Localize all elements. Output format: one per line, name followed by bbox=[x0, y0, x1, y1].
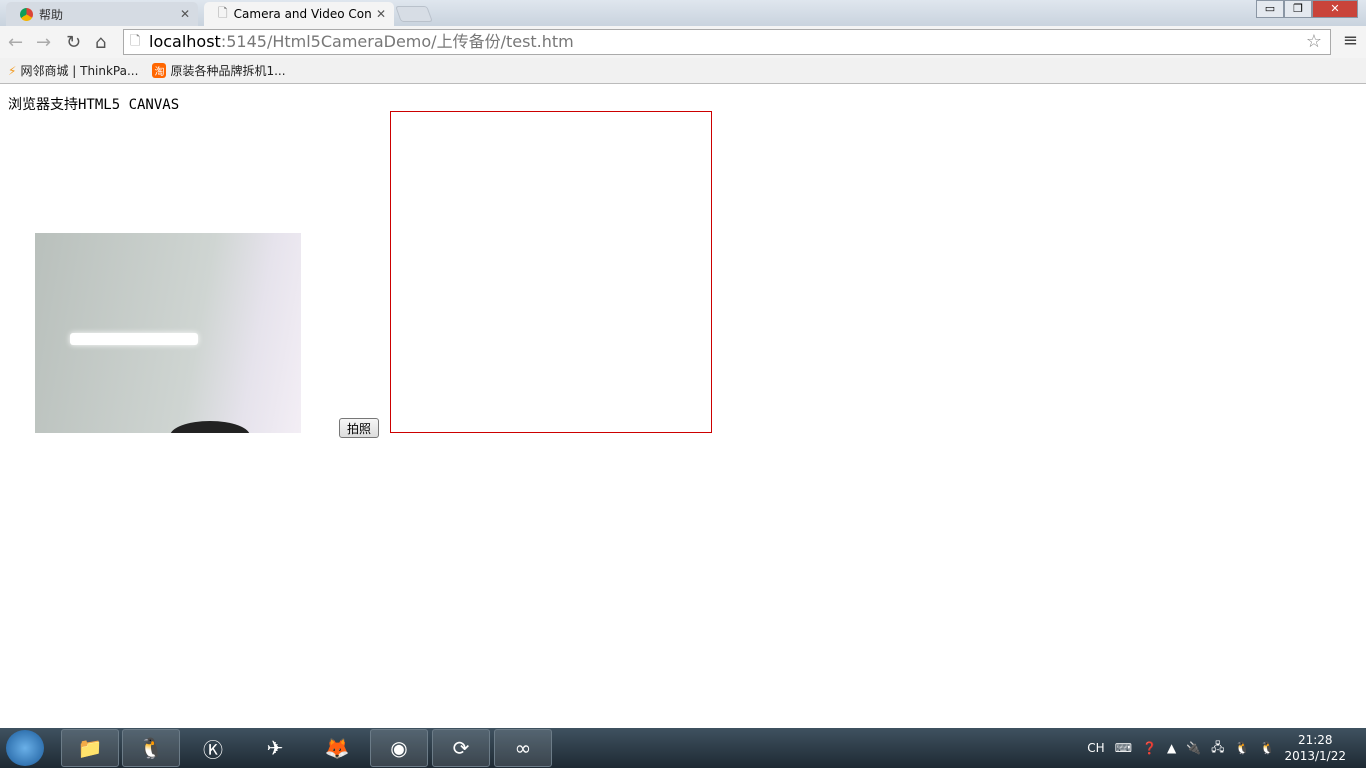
close-tab-icon[interactable]: ✕ bbox=[376, 7, 386, 21]
page-content: 浏览器支持HTML5 CANVAS 拍照 bbox=[0, 85, 1366, 728]
browser-toolbar: ← → ↻ ⌂ 🗋 localhost:5145/Html5CameraDemo… bbox=[0, 26, 1366, 58]
bolt-icon: ⚡ bbox=[8, 63, 17, 78]
restore-button[interactable]: ❐ bbox=[1284, 0, 1312, 18]
address-bar[interactable]: 🗋 localhost:5145/Html5CameraDemo/上传备份/te… bbox=[123, 29, 1331, 55]
page-icon: 🗋 bbox=[130, 34, 141, 49]
snap-photo-button[interactable]: 拍照 bbox=[339, 418, 379, 438]
system-tray: CH ⌨ ❓ ▲ 🔌 🖧 🐧 🐧 21:28 2013/1/22 bbox=[1087, 732, 1346, 764]
close-window-button[interactable]: ✕ bbox=[1312, 0, 1358, 18]
url-path: :5145/Html5CameraDemo/上传备份/test.htm bbox=[220, 32, 574, 51]
qq-icon[interactable]: 🐧 bbox=[122, 729, 180, 767]
chrome-icon bbox=[20, 7, 33, 21]
keyboard-icon[interactable]: ⌨ bbox=[1115, 741, 1132, 755]
language-indicator[interactable]: CH bbox=[1087, 741, 1104, 755]
support-text: 浏览器支持HTML5 CANVAS bbox=[8, 97, 180, 113]
sync-app-icon[interactable]: ⟳ bbox=[432, 729, 490, 767]
clock-time: 21:28 bbox=[1297, 733, 1333, 747]
forward-icon[interactable]: → bbox=[36, 32, 51, 53]
bookmarks-bar: ⚡ 网邻商城 | ThinkPa... 淘原装各种品牌拆机1... bbox=[0, 58, 1366, 84]
camera-video bbox=[35, 233, 301, 433]
reload-icon[interactable]: ↻ bbox=[66, 32, 81, 53]
kugou-icon[interactable]: Ⓚ bbox=[184, 729, 242, 767]
qq-tray-icon[interactable]: 🐧 bbox=[1260, 741, 1275, 755]
clock[interactable]: 21:28 2013/1/22 bbox=[1284, 732, 1346, 764]
close-tab-icon[interactable]: ✕ bbox=[180, 7, 190, 21]
bird-app-icon[interactable]: ✈ bbox=[246, 729, 304, 767]
bookmark-star-icon[interactable]: ☆ bbox=[1306, 30, 1322, 54]
photo-canvas bbox=[390, 111, 712, 433]
help-icon[interactable]: ❓ bbox=[1142, 741, 1157, 755]
bookmark-label: 原装各种品牌拆机1... bbox=[170, 64, 286, 78]
chrome-icon[interactable]: ◉ bbox=[370, 729, 428, 767]
start-button[interactable] bbox=[6, 730, 44, 766]
tab-label: 帮助 bbox=[39, 7, 64, 22]
person-head bbox=[170, 421, 250, 433]
show-hidden-icons[interactable]: ▲ bbox=[1167, 741, 1176, 755]
clock-date: 2013/1/22 bbox=[1284, 749, 1346, 763]
new-tab-button[interactable] bbox=[395, 6, 433, 22]
firefox-icon[interactable]: 🦊 bbox=[308, 729, 366, 767]
qq-tray-icon[interactable]: 🐧 bbox=[1235, 741, 1250, 755]
page-icon: 🗋 bbox=[218, 5, 228, 20]
title-bar: 帮助 ✕ 🗋 Camera and Video Con ✕ ▭ ❐ ✕ bbox=[0, 0, 1366, 26]
home-icon[interactable]: ⌂ bbox=[95, 32, 106, 53]
tab-camera[interactable]: 🗋 Camera and Video Con ✕ bbox=[204, 2, 394, 26]
ceiling-light bbox=[70, 333, 198, 345]
tab-label: Camera and Video Con bbox=[233, 7, 372, 21]
menu-icon[interactable]: ≡ bbox=[1343, 30, 1358, 51]
back-icon[interactable]: ← bbox=[8, 32, 23, 53]
bookmark-item[interactable]: ⚡ 网邻商城 | ThinkPa... bbox=[8, 62, 138, 79]
minimize-button[interactable]: ▭ bbox=[1256, 0, 1284, 18]
power-icon[interactable]: 🔌 bbox=[1186, 741, 1201, 755]
bookmark-label: 网邻商城 | ThinkPa... bbox=[20, 64, 139, 78]
explorer-icon[interactable]: 📁 bbox=[61, 729, 119, 767]
taskbar: 📁 🐧 Ⓚ ✈ 🦊 ◉ ⟳ ∞ CH ⌨ ❓ ▲ 🔌 🖧 🐧 🐧 21:28 2… bbox=[0, 728, 1366, 768]
bookmark-item[interactable]: 淘原装各种品牌拆机1... bbox=[152, 62, 286, 79]
network-icon[interactable]: 🖧 bbox=[1211, 738, 1224, 759]
taobao-icon: 淘 bbox=[152, 63, 167, 78]
visual-studio-icon[interactable]: ∞ bbox=[494, 729, 552, 767]
tab-help[interactable]: 帮助 ✕ bbox=[6, 2, 198, 26]
url-host: localhost bbox=[149, 32, 221, 51]
